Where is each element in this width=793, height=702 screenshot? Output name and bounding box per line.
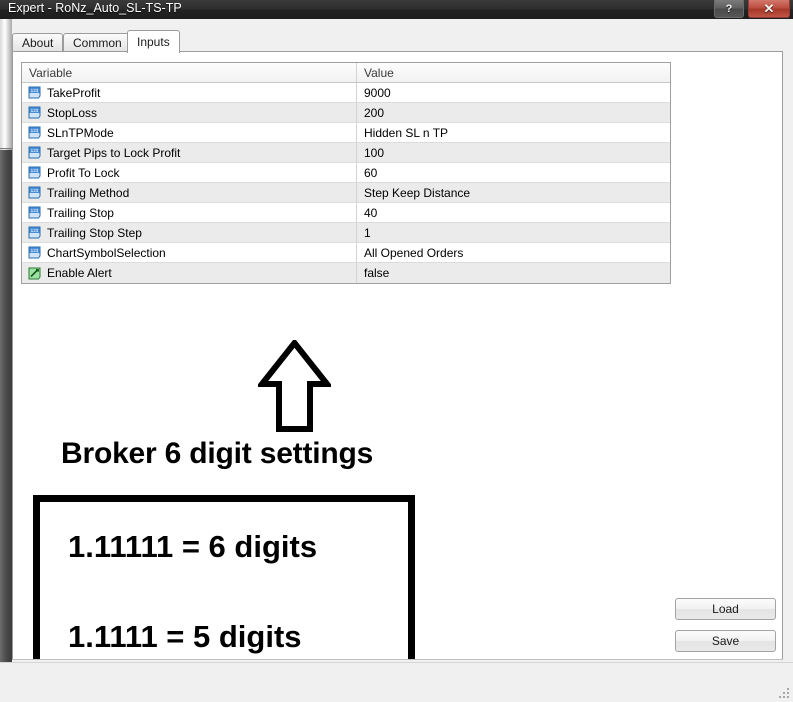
variable-name: Profit To Lock [47, 165, 120, 180]
boolean-parameter-icon [28, 267, 41, 280]
parameters-table: Variable Value 123 TakeProfit 9000 123 S… [21, 62, 671, 284]
value-cell[interactable]: Hidden SL n TP [357, 123, 670, 142]
column-header-value[interactable]: Value [357, 63, 670, 82]
variable-cell: 123 TakeProfit [22, 83, 357, 102]
tab-about[interactable]: About [12, 33, 64, 52]
variable-name: SLnTPMode [47, 125, 114, 140]
svg-text:123: 123 [31, 248, 39, 253]
tab-strip: About Common Inputs [12, 30, 783, 53]
value-cell[interactable]: 40 [357, 203, 670, 222]
variable-cell: 123 Target Pips to Lock Profit [22, 143, 357, 162]
footer-separator [12, 659, 783, 660]
annotation-headline: Broker 6 digit settings [61, 437, 374, 470]
question-mark-icon: ? [725, 2, 733, 15]
help-button[interactable]: ? [714, 0, 744, 18]
variable-cell: 123 Trailing Method [22, 183, 357, 202]
value-cell[interactable]: 200 [357, 103, 670, 122]
tab-about-label: About [22, 36, 54, 50]
variable-name: TakeProfit [47, 85, 101, 100]
numeric-parameter-icon: 123 [28, 246, 41, 259]
numeric-parameter-icon: 123 [28, 186, 41, 199]
variable-cell: Enable Alert [22, 263, 357, 283]
value-cell[interactable]: false [357, 263, 670, 283]
numeric-parameter-icon: 123 [28, 226, 41, 239]
variable-name: ChartSymbolSelection [47, 245, 166, 260]
table-row[interactable]: 123 StopLoss 200 [22, 103, 670, 123]
load-button[interactable]: Load [675, 598, 776, 620]
variable-cell: 123 StopLoss [22, 103, 357, 122]
title-bar[interactable]: Expert - RoNz_Auto_SL-TS-TP ? ✕ [0, 0, 793, 19]
table-row[interactable]: 123 ChartSymbolSelection All Opened Orde… [22, 243, 670, 263]
table-row[interactable]: 123 TakeProfit 9000 [22, 83, 670, 103]
svg-text:123: 123 [31, 228, 39, 233]
load-button-label: Load [712, 602, 739, 616]
tab-inputs[interactable]: Inputs [127, 30, 180, 53]
svg-text:123: 123 [31, 188, 39, 193]
window-title: Expert - RoNz_Auto_SL-TS-TP [8, 1, 182, 15]
variable-name: Enable Alert [47, 266, 112, 280]
variable-cell: 123 SLnTPMode [22, 123, 357, 142]
variable-name: Trailing Stop Step [47, 225, 142, 240]
value-cell[interactable]: Step Keep Distance [357, 183, 670, 202]
svg-text:123: 123 [31, 168, 39, 173]
digit-line-6: 1.11111 = 6 digits [68, 529, 318, 564]
numeric-parameter-icon: 123 [28, 106, 41, 119]
background-window-scrollbar-thumb[interactable] [0, 19, 12, 149]
numeric-parameter-icon: 123 [28, 166, 41, 179]
svg-text:123: 123 [31, 208, 39, 213]
svg-text:123: 123 [31, 88, 39, 93]
save-button[interactable]: Save [675, 630, 776, 652]
column-header-variable[interactable]: Variable [22, 63, 357, 82]
numeric-parameter-icon: 123 [28, 146, 41, 159]
tab-common-label: Common [73, 36, 122, 50]
numeric-parameter-icon: 123 [28, 86, 41, 99]
value-cell[interactable]: 100 [357, 143, 670, 162]
tab-inputs-label: Inputs [137, 35, 170, 49]
table-row[interactable]: 123 Trailing Method Step Keep Distance [22, 183, 670, 203]
variable-name: StopLoss [47, 105, 98, 120]
value-cell[interactable]: 9000 [357, 83, 670, 102]
value-cell[interactable]: 60 [357, 163, 670, 182]
numeric-parameter-icon: 123 [28, 126, 41, 139]
expert-properties-window: Expert - RoNz_Auto_SL-TS-TP ? ✕ About Co… [0, 0, 793, 702]
table-row[interactable]: Enable Alert false [22, 263, 670, 283]
variable-cell: 123 ChartSymbolSelection [22, 243, 357, 262]
resize-grip[interactable] [778, 687, 791, 700]
numeric-parameter-icon: 123 [28, 206, 41, 219]
table-row[interactable]: 123 Profit To Lock 60 [22, 163, 670, 183]
digit-settings-box: 1.11111 = 6 digits 1.1111 = 5 digits [33, 495, 415, 659]
table-row[interactable]: 123 Target Pips to Lock Profit 100 [22, 143, 670, 163]
svg-text:123: 123 [31, 128, 39, 133]
variable-cell: 123 Trailing Stop [22, 203, 357, 222]
save-button-label: Save [711, 634, 740, 648]
close-x-icon: ✕ [763, 0, 775, 16]
svg-text:123: 123 [31, 108, 39, 113]
variable-name: Trailing Stop [47, 205, 114, 220]
svg-text:123: 123 [31, 148, 39, 153]
table-row[interactable]: 123 Trailing Stop Step 1 [22, 223, 670, 243]
up-arrow-annotation [255, 338, 334, 433]
value-cell[interactable]: All Opened Orders [357, 243, 670, 262]
close-button[interactable]: ✕ [748, 0, 790, 18]
value-cell[interactable]: 1 [357, 223, 670, 242]
table-row[interactable]: 123 Trailing Stop 40 [22, 203, 670, 223]
footer-bar: OK Cancel Reset [0, 662, 793, 702]
inputs-panel: Variable Value 123 TakeProfit 9000 123 S… [12, 51, 783, 660]
digit-line-5: 1.1111 = 5 digits [68, 619, 302, 654]
table-row[interactable]: 123 SLnTPMode Hidden SL n TP [22, 123, 670, 143]
variable-name: Trailing Method [47, 185, 130, 200]
background-window-scrollbar-track[interactable] [0, 150, 12, 702]
tab-common[interactable]: Common [63, 33, 132, 52]
table-header-row: Variable Value [22, 63, 670, 83]
variable-cell: 123 Trailing Stop Step [22, 223, 357, 242]
variable-name: Target Pips to Lock Profit [47, 145, 181, 160]
variable-cell: 123 Profit To Lock [22, 163, 357, 182]
